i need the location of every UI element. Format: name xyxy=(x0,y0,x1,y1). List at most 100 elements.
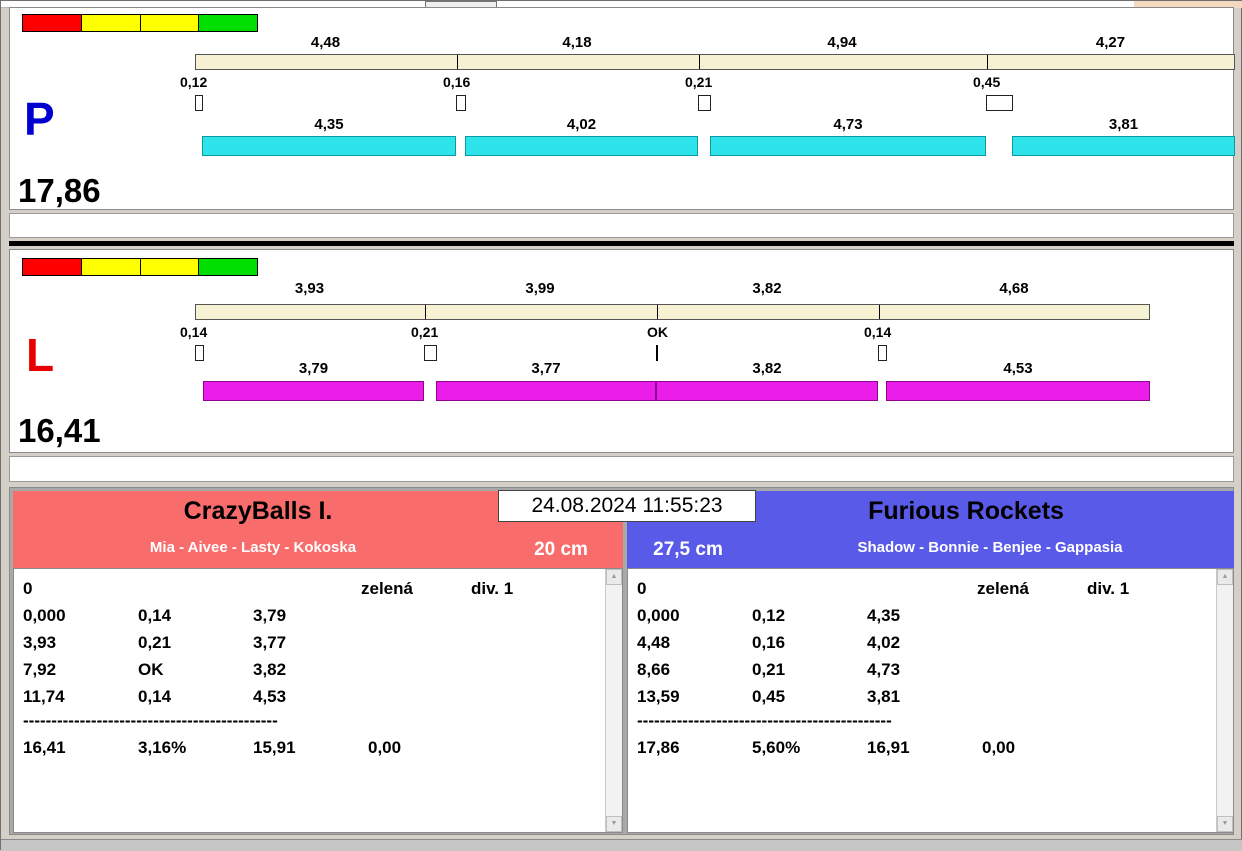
cell-net: 15,91 xyxy=(253,738,296,757)
split-label: 3,82 xyxy=(752,280,782,297)
traffic-light-green xyxy=(199,15,257,31)
cell: 0,16 xyxy=(752,633,786,652)
cell: 11,74 xyxy=(23,687,65,706)
cell-percent: 5,60% xyxy=(752,738,801,757)
right-team-name: Furious Rockets xyxy=(868,497,1064,525)
traffic-light-p xyxy=(22,14,258,32)
cell: 3,82 xyxy=(253,660,287,679)
scroll-down-icon[interactable]: ▼ xyxy=(1217,816,1233,832)
right-team-members: Shadow - Bonnie - Benjee - Gappasia xyxy=(857,539,1123,556)
datetime-display: 24.08.2024 11:55:23 xyxy=(498,490,756,522)
lane-l-letter: L xyxy=(26,329,55,381)
split-label: 3,93 xyxy=(294,280,325,297)
pass-width-box xyxy=(698,95,711,111)
bar-divider xyxy=(987,55,988,69)
cell: 0,45 xyxy=(752,687,786,706)
lane-divider xyxy=(9,241,1234,246)
right-team-jump-height: 27,5 cm xyxy=(653,539,723,560)
run-bar xyxy=(202,136,456,156)
traffic-light-green xyxy=(199,259,257,275)
table-separator: ----------------------------------------… xyxy=(23,711,278,730)
cumulative-time-bar-p xyxy=(195,54,1235,70)
run-bar xyxy=(710,136,986,156)
cell: 4,48 xyxy=(637,633,671,652)
traffic-light-yellow-2 xyxy=(140,15,200,31)
split-label: 4,18 xyxy=(562,34,592,51)
traffic-light-red xyxy=(23,259,82,275)
pass-width-box xyxy=(424,345,437,361)
cell: 3,81 xyxy=(867,687,901,706)
left-team-table xyxy=(13,568,623,833)
cell-division: div. 1 xyxy=(471,579,514,598)
spacer-strip xyxy=(9,213,1234,238)
cell-percent: 3,16% xyxy=(138,738,187,757)
run-time-label: 4,73 xyxy=(833,116,863,133)
run-time-label: 4,02 xyxy=(566,116,597,133)
run-bar xyxy=(436,381,656,401)
traffic-light-yellow-1 xyxy=(81,259,141,275)
cell-penalty: 0,00 xyxy=(982,738,1016,757)
lane-p-letter: P xyxy=(24,93,55,145)
cell: 0,12 xyxy=(752,606,786,625)
pass-time-label: 0,12 xyxy=(180,74,208,90)
lane-p-total: 17,86 xyxy=(18,172,101,209)
left-team-members: Mia - Aivee - Lasty - Kokoska xyxy=(149,539,357,556)
lane-l-total: 16,41 xyxy=(18,412,101,449)
cell: 0,000 xyxy=(637,606,680,625)
run-bar xyxy=(465,136,698,156)
run-time-label: 3,82 xyxy=(752,360,782,377)
cell: 0,14 xyxy=(138,606,172,625)
scroll-up-icon[interactable]: ▲ xyxy=(606,569,622,585)
bar-divider xyxy=(699,55,700,69)
pass-time-label: 0,21 xyxy=(411,324,439,340)
right-table-scrollbar[interactable]: ▲ ▼ xyxy=(1216,569,1233,832)
pass-width-box xyxy=(986,95,1013,111)
pass-time-label: 0,45 xyxy=(973,74,1001,90)
pass-ok-tick xyxy=(656,345,658,361)
pass-time-label: 0,14 xyxy=(180,324,208,340)
right-team-table xyxy=(627,568,1234,833)
pass-time-label: 0,16 xyxy=(443,74,471,90)
run-time-label: 3,79 xyxy=(298,360,329,377)
traffic-light-red xyxy=(23,15,82,31)
pass-width-box xyxy=(878,345,887,361)
cell: 4,53 xyxy=(253,687,287,706)
cell-light-status: zelená xyxy=(361,579,413,598)
table-separator: ----------------------------------------… xyxy=(637,711,892,730)
cell: 0,21 xyxy=(752,660,786,679)
cell-total: 17,86 xyxy=(637,738,680,757)
cell: 4,35 xyxy=(867,606,901,625)
run-time-label: 3,81 xyxy=(1108,116,1139,133)
pass-width-box xyxy=(456,95,466,111)
lane-p-panel: P 4,48 4,18 4,94 4,27 0,12 0,16 0,21 0,4… xyxy=(9,7,1235,210)
pass-width-box xyxy=(195,95,203,111)
cell-light-status: zelená xyxy=(977,579,1029,598)
cell-penalty: 0,00 xyxy=(368,738,402,757)
pass-time-label: OK xyxy=(647,324,668,340)
traffic-light-l xyxy=(22,258,258,276)
run-time-label: 4,35 xyxy=(314,116,344,133)
flyball-timing-window: P 4,48 4,18 4,94 4,27 0,12 0,16 0,21 0,4… xyxy=(0,0,1242,851)
cumulative-time-bar-l xyxy=(195,304,1150,320)
left-team-jump-height: 20 cm xyxy=(534,539,588,560)
traffic-light-yellow-2 xyxy=(140,259,200,275)
cell-total: 16,41 xyxy=(23,738,66,757)
spacer-strip xyxy=(9,456,1234,482)
traffic-light-yellow-1 xyxy=(81,15,141,31)
cell: 4,73 xyxy=(867,660,901,679)
bottom-window-strip xyxy=(1,839,1242,851)
cell-start: 0 xyxy=(23,579,33,598)
pass-time-label: 0,14 xyxy=(864,324,892,340)
bar-divider xyxy=(457,55,458,69)
left-table-scrollbar[interactable]: ▲ ▼ xyxy=(605,569,622,832)
scroll-down-icon[interactable]: ▼ xyxy=(606,816,622,832)
cell: 3,77 xyxy=(253,633,287,652)
cell: 4,02 xyxy=(867,633,901,652)
scroll-up-icon[interactable]: ▲ xyxy=(1217,569,1233,585)
run-bar xyxy=(1012,136,1235,156)
pass-time-label: 0,21 xyxy=(685,74,713,90)
cell: OK xyxy=(138,660,164,679)
cell: 3,79 xyxy=(253,606,287,625)
cell-net: 16,91 xyxy=(867,738,910,757)
run-time-label: 3,77 xyxy=(531,360,561,377)
